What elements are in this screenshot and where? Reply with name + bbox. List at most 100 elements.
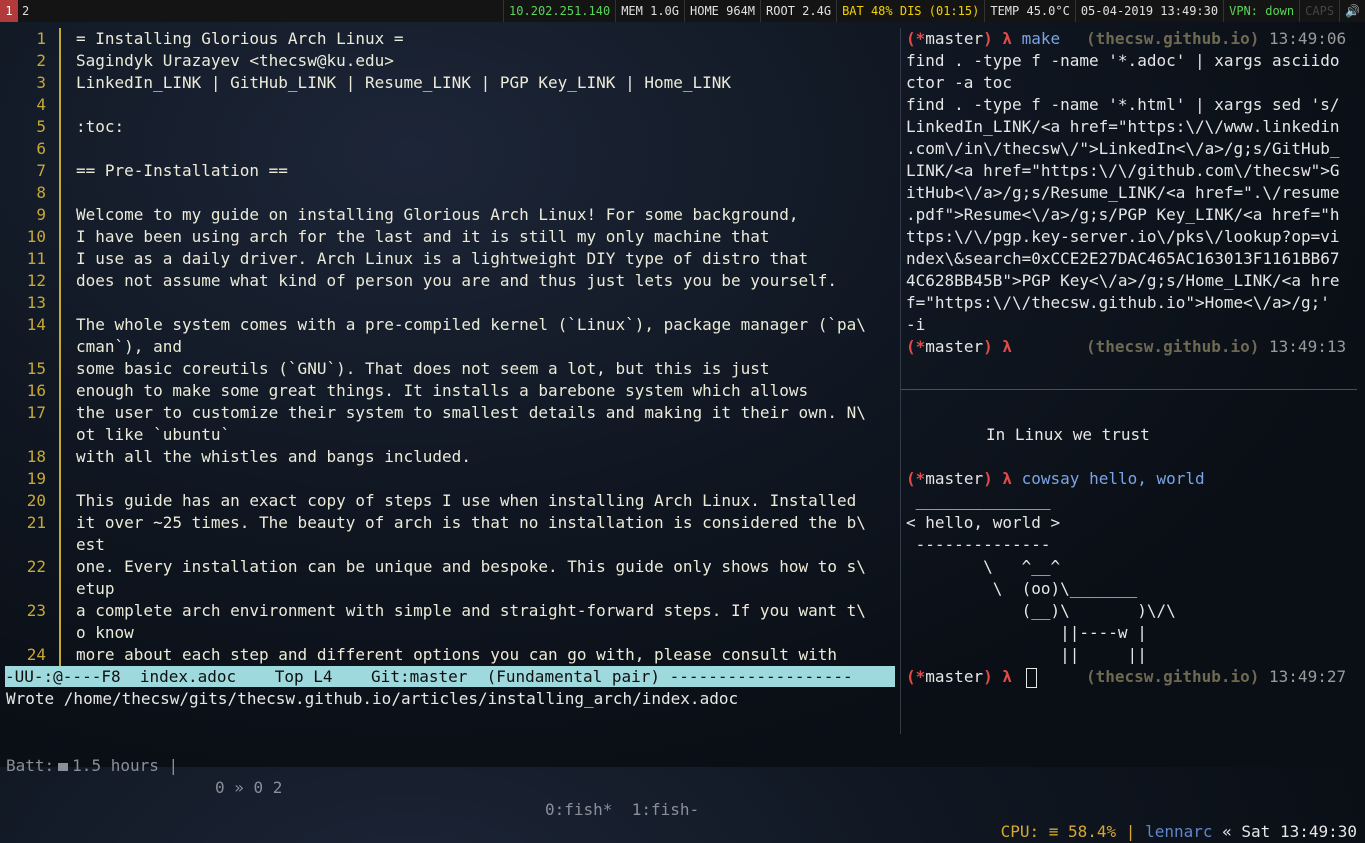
line-text: LinkedIn_LINK | GitHub_LINK | Resume_LIN… [76, 73, 732, 92]
repo-name: (thecsw.github.io) [1086, 29, 1260, 48]
gutter-bar [59, 226, 61, 248]
typed-command: cowsay hello, world [1021, 469, 1205, 488]
line-number: 16 [26, 381, 46, 400]
status-segment: 05-04-2019 13:49:30 [1074, 0, 1223, 22]
gutter-bar [59, 446, 61, 468]
line-text: :toc: [76, 117, 125, 136]
fish-greeting: In Linux we trust [986, 425, 1150, 444]
line-number: 13 [26, 293, 46, 312]
line-text: This guide has an exact copy of steps I … [76, 491, 857, 510]
cowsay-output-line: \ ^__^ [906, 557, 1061, 576]
prompt-star: * [915, 29, 926, 48]
command-output-line: f="https:\/\/thecsw.github.io">Home<\/a>… [906, 293, 1330, 312]
line-text: = Installing Glorious Arch Linux = [76, 29, 404, 48]
prompt-paren: ) [983, 337, 993, 356]
command-output-line: LinkedIn_LINK/<a href="https:\/\/www.lin… [906, 117, 1340, 136]
status-segment: 10.202.251.140 [503, 0, 615, 22]
prompt-paren: ) [983, 29, 993, 48]
prompt-right: (thecsw.github.io) 13:49:27 [1086, 666, 1346, 688]
line-number: 5 [36, 117, 46, 136]
gutter-bar [59, 358, 61, 380]
workspace-2-button[interactable]: 2 [22, 0, 29, 22]
editor-buffer[interactable]: 1 = Installing Glorious Arch Linux = 2 Sagi… [0, 28, 900, 666]
system-status-segments: 10.202.251.140 MEM 1.0G HOME 964M ROOT 2.4G… [503, 0, 1365, 22]
hostname: lennarc [1145, 822, 1213, 841]
line-text: one. Every installation can be unique an… [76, 557, 866, 576]
pane-divider[interactable] [900, 28, 901, 734]
status-segment: MEM 1.0G [615, 0, 684, 22]
battery-status: Batt: 1.5 hours | [6, 756, 179, 775]
tmux-status-bar: Batt: 1.5 hours | 0 » 0 2 0:fish* 1:fish-… [0, 733, 1365, 841]
prompt-paren: ( [906, 337, 916, 356]
command-output-line: ctor -a toc [906, 73, 1012, 92]
gutter-bar [59, 402, 61, 424]
line-number: 6 [36, 139, 46, 158]
gutter-bar [59, 50, 61, 72]
tmux-session-indicator: 0 » 0 2 [215, 778, 283, 797]
line-number: 9 [36, 205, 46, 224]
gutter-bar [59, 600, 61, 622]
line-number: 20 [26, 491, 46, 510]
line-number: 10 [26, 227, 46, 246]
command-output-line: .com\/in\/thecsw\/">LinkedIn<\/a>/g;s/Gi… [906, 139, 1340, 158]
line-number: 4 [36, 95, 46, 114]
command-output-line: .pdf">Resume<\/a>/g;s/PGP Key_LINK/<a hr… [906, 205, 1340, 224]
gutter-bar [59, 644, 61, 666]
line-text: the user to customize their system to sm… [76, 403, 866, 422]
gutter-bar [59, 380, 61, 402]
line-text: I have been using arch for the last and … [76, 227, 770, 246]
repo-name: (thecsw.github.io) [1086, 667, 1260, 686]
lambda-icon: λ [1002, 469, 1012, 488]
terminal-separator [901, 389, 1357, 390]
system-info: CPU: ≡ 58.4% | lennarc « Sat 13:49:30 [1001, 821, 1357, 843]
prompt-line: (*master) λ cowsay hello, world [906, 468, 1205, 490]
line-number: 19 [26, 469, 46, 488]
line-text: Welcome to my guide on installing Glorio… [76, 205, 799, 224]
line-text: cman`), and [76, 337, 182, 356]
prompt-paren: ( [906, 469, 916, 488]
workspace-1-button[interactable]: 1 [0, 0, 18, 22]
line-text: o know [76, 623, 134, 642]
line-number: 14 [26, 315, 46, 334]
gutter-bar [59, 578, 61, 600]
line-number: 21 [26, 513, 46, 532]
line-text: it over ~25 times. The beauty of arch is… [76, 513, 866, 532]
prompt-time: 13:49:06 [1269, 29, 1347, 48]
cowsay-output-line: (__)\ )\/\ [906, 601, 1176, 620]
prompt-paren: ) [983, 667, 993, 686]
status-segment: ROOT 2.4G [760, 0, 836, 22]
status-segment: BAT 48% DIS (01:15) [836, 0, 984, 22]
terminal-cursor[interactable] [1025, 667, 1037, 688]
prompt-star: * [915, 667, 926, 686]
git-branch: master [925, 337, 984, 356]
gutter-bar [59, 534, 61, 556]
status-segment: VPN: down [1223, 0, 1299, 22]
line-number: 15 [26, 359, 46, 378]
cowsay-output-line: ______________ [906, 491, 1051, 510]
git-branch: master [925, 29, 984, 48]
line-text: with all the whistles and bangs included… [76, 447, 471, 466]
gutter-bar [59, 72, 61, 94]
line-number: 24 [26, 645, 46, 664]
line-number: 1 [36, 29, 46, 48]
line-text: ot like `ubuntu` [76, 425, 231, 444]
tmux-window-list[interactable]: 0:fish* 1:fish- [545, 799, 699, 821]
editor-modeline: -UU-:@----F8 index.adoc Top L4 Git:maste… [5, 666, 895, 687]
prompt-time: 13:49:13 [1269, 337, 1347, 356]
command-output-line: ndex\&search=0xCCE2E27DAC465AC163013F116… [906, 249, 1340, 268]
cowsay-output-line: < hello, world > [906, 513, 1061, 532]
line-number: 23 [26, 601, 46, 620]
prompt-paren: ( [906, 29, 916, 48]
editor-echo-area: Wrote /home/thecsw/gits/thecsw.github.io… [6, 689, 739, 708]
prompt-line: (*master) λ (thecsw.github.io) 13:49:27 [906, 666, 1346, 688]
prompt-right: (thecsw.github.io) 13:49:13 [1086, 336, 1346, 358]
line-number: 22 [26, 557, 46, 576]
gutter-bar [59, 512, 61, 534]
line-number: 12 [26, 271, 46, 290]
command-output-line: itHub<\/a>/g;s/Resume_LINK/<a href=".\/r… [906, 183, 1340, 202]
line-text: etup [76, 579, 115, 598]
cpu-usage: CPU: ≡ 58.4% | [1000, 822, 1136, 841]
cowsay-output-line: ||----w | [906, 623, 1147, 642]
gutter-bar [59, 336, 61, 358]
line-number: 8 [36, 183, 46, 202]
